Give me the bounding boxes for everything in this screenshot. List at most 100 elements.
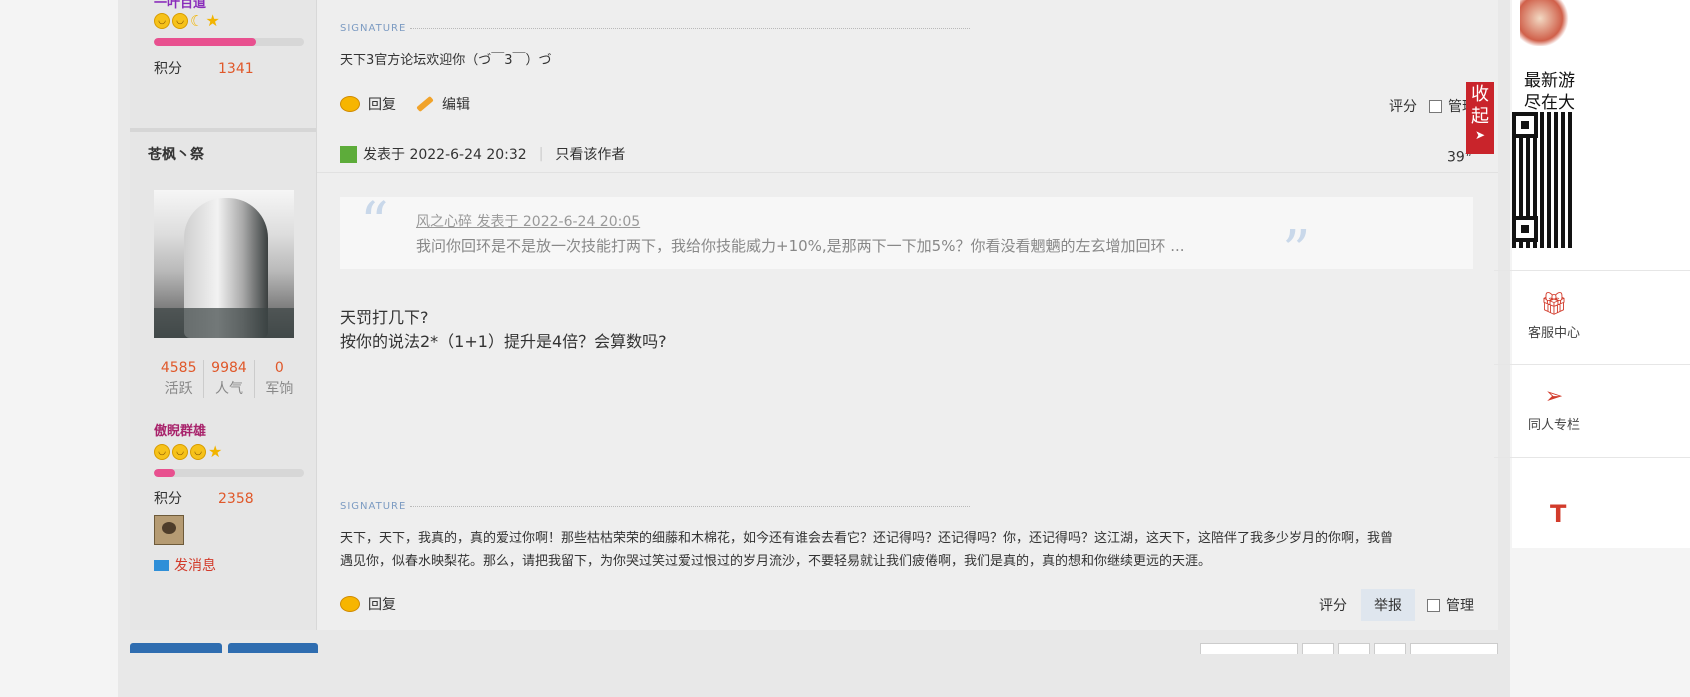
score-label: 积分 bbox=[154, 61, 182, 77]
collapse-button[interactable]: 收 起 ➤ bbox=[1466, 82, 1494, 154]
panel-divider bbox=[1494, 270, 1690, 271]
pagination-item[interactable] bbox=[1410, 643, 1498, 654]
author-name[interactable]: 苍枫丶祭 bbox=[148, 144, 204, 164]
signature-line: 天下，天下，我真的，真的爱过你啊！那些枯枯荣荣的细藤和木棉花，如今还有谁会去看它… bbox=[340, 531, 1394, 546]
level-icons: ◡ ◡ ☾ ★ bbox=[154, 13, 220, 31]
level-icons: ◡ ◡ ◡ ★ bbox=[154, 444, 222, 462]
score: 积分 1341 bbox=[154, 58, 254, 78]
sun-face-icon: ◡ bbox=[172, 444, 188, 460]
score: 积分 2358 bbox=[154, 488, 254, 508]
meta-separator: | bbox=[538, 146, 544, 162]
stat-label: 军饷 bbox=[265, 381, 294, 397]
quote-text: 我问你回环是不是放一次技能打两下，我给你技能威力+10%,是那两下一下加5%？你… bbox=[416, 237, 1185, 255]
fan-column-link[interactable]: ➢ 同人专栏 bbox=[1494, 384, 1614, 433]
bottom-button[interactable] bbox=[228, 643, 318, 653]
star-icon: ★ bbox=[205, 11, 220, 30]
pagination-item[interactable] bbox=[1338, 643, 1370, 654]
level-progress-fill bbox=[154, 38, 256, 46]
sun-face-icon: ◡ bbox=[172, 13, 188, 29]
stat-popularity[interactable]: 9984 人气 bbox=[204, 360, 255, 398]
rate-button[interactable]: 评分 bbox=[1319, 595, 1347, 615]
signature-text: 天下3官方论坛欢迎你（づ￣3￣）づ bbox=[340, 53, 552, 68]
author-avatar[interactable] bbox=[154, 190, 294, 338]
reply-icon bbox=[340, 596, 360, 612]
score-value: 2358 bbox=[218, 491, 254, 507]
open-quote-icon: “ bbox=[360, 191, 389, 256]
gift-icon: 🎁︎ bbox=[1540, 292, 1568, 317]
edit-button[interactable]: 编辑 bbox=[442, 94, 470, 114]
level-progress-fill bbox=[154, 469, 175, 477]
quote-author[interactable]: 风之心碎 发表于 2022-6-24 20:05 bbox=[416, 211, 640, 231]
qr-code bbox=[1512, 112, 1572, 248]
edit-icon bbox=[416, 95, 434, 113]
stat-funds[interactable]: 0 军饷 bbox=[255, 360, 304, 398]
bottom-button[interactable] bbox=[130, 643, 222, 653]
signature-label: SIGNATURE bbox=[340, 23, 971, 34]
post-admin-actions: 评分 管理 bbox=[1389, 96, 1476, 116]
medal-icon[interactable] bbox=[154, 515, 184, 545]
stat-value: 9984 bbox=[211, 360, 247, 376]
collapse-label: 收 bbox=[1471, 84, 1489, 105]
pagination-item[interactable] bbox=[1302, 643, 1334, 654]
post-message: 天罚打几下? 按你的说法2*（1+1）提升是4倍？会算数吗? bbox=[340, 306, 667, 354]
send-message-label: 发消息 bbox=[174, 558, 216, 574]
collapse-label: 起 bbox=[1471, 106, 1489, 127]
manage-checkbox[interactable] bbox=[1427, 598, 1440, 612]
reply-icon bbox=[340, 96, 360, 112]
post-previous: 一叶百道 ◡ ◡ ☾ ★ 积分 1341 SIGNATURE 天下3官方论坛欢迎你… bbox=[130, 0, 1498, 128]
reply-button[interactable]: 回复 bbox=[368, 94, 396, 114]
post-floor-39: 苍枫丶祭 4585 活跃 9984 人气 0 军饷 傲睨群雄 ◡ ◡ ◡ ★ 积… bbox=[130, 128, 1498, 630]
manage-checkbox[interactable] bbox=[1429, 99, 1442, 113]
message-line: 天罚打几下? bbox=[340, 308, 429, 327]
reply-button[interactable]: 回复 bbox=[368, 594, 396, 614]
stat-label: 活跃 bbox=[164, 381, 193, 397]
post-divider bbox=[130, 128, 316, 132]
customer-service-label: 客服中心 bbox=[1527, 326, 1580, 341]
signature-text: 天下，天下，我真的，真的爱过你啊！那些枯枯荣荣的细藤和木棉花，如今还有谁会去看它… bbox=[340, 527, 1393, 573]
rate-button[interactable]: 评分 bbox=[1389, 96, 1417, 116]
post-date: 发表于 2022-6-24 20:32 bbox=[363, 147, 527, 163]
level-progress-bar bbox=[154, 38, 304, 46]
rank-title: 傲睨群雄 bbox=[154, 424, 207, 439]
pagination-item[interactable] bbox=[1374, 643, 1406, 654]
stat-label: 人气 bbox=[214, 381, 243, 397]
pagination-item[interactable] bbox=[1200, 643, 1298, 654]
send-message-link[interactable]: 发消息 bbox=[154, 555, 216, 575]
post-content: 发表于 2022-6-24 20:32 | 只看该作者 39# “ 风之心碎 发… bbox=[317, 128, 1498, 630]
quote-block: “ 风之心碎 发表于 2022-6-24 20:05 我问你回环是不是放一次技能… bbox=[340, 191, 1473, 284]
post-meta: 发表于 2022-6-24 20:32 | 只看该作者 bbox=[340, 144, 625, 164]
author-stats: 4585 活跃 9984 人气 0 军饷 bbox=[154, 360, 304, 398]
sun-face-icon: ◡ bbox=[190, 444, 206, 460]
user-online-icon bbox=[340, 145, 357, 163]
level-progress-bar bbox=[154, 469, 304, 477]
stat-value: 0 bbox=[274, 360, 284, 376]
customer-service-link[interactable]: 🎁︎ 客服中心 bbox=[1494, 292, 1614, 341]
message-line: 按你的说法2*（1+1）提升是4倍？会算数吗? bbox=[340, 332, 667, 351]
signature-line: 遇见你，似春水映梨花。那么，请把我留下，为你哭过笑过爱过恨过的岁月流沙，不要轻易… bbox=[340, 554, 1212, 569]
panel-divider bbox=[1494, 457, 1690, 458]
star-icon: ★ bbox=[208, 442, 223, 461]
report-button[interactable]: 举报 bbox=[1361, 589, 1415, 621]
author-sidebar: 苍枫丶祭 4585 活跃 9984 人气 0 军饷 傲睨群雄 ◡ ◡ ◡ ★ 积… bbox=[130, 128, 317, 630]
signature-label: SIGNATURE bbox=[340, 501, 971, 512]
promo-artwork bbox=[1520, 0, 1570, 46]
sun-face-icon: ◡ bbox=[154, 13, 170, 29]
signature-divider bbox=[410, 27, 971, 29]
stat-active[interactable]: 4585 活跃 bbox=[154, 360, 205, 398]
score-label: 积分 bbox=[154, 491, 182, 507]
manage-label[interactable]: 管理 bbox=[1446, 595, 1474, 615]
only-author-link[interactable]: 只看该作者 bbox=[555, 144, 625, 164]
author-sidebar: 一叶百道 ◡ ◡ ☾ ★ 积分 1341 bbox=[130, 0, 317, 128]
envelope-icon bbox=[154, 560, 169, 571]
signature-divider bbox=[410, 505, 971, 507]
paper-plane-icon: ➢ bbox=[1544, 384, 1564, 409]
floor-value: 39 bbox=[1446, 149, 1465, 166]
panel-divider bbox=[1494, 364, 1690, 365]
fan-column-label: 同人专栏 bbox=[1527, 418, 1580, 433]
avatar-shadow bbox=[154, 308, 294, 338]
panel-bottom-logo[interactable]: T bbox=[1550, 500, 1566, 528]
signature-label-text: SIGNATURE bbox=[340, 23, 407, 34]
post-actions: 回复 bbox=[340, 593, 396, 615]
sun-face-icon: ◡ bbox=[154, 444, 170, 460]
qr-finder bbox=[1512, 112, 1538, 138]
